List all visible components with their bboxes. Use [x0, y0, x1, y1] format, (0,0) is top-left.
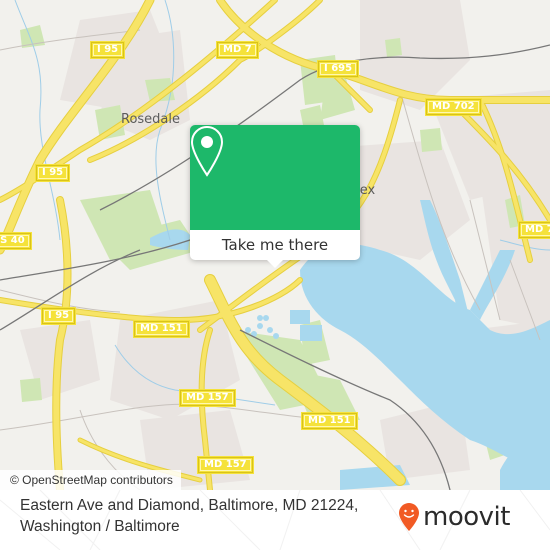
- road-shield-i95: I 95: [42, 308, 76, 324]
- moovit-pin-icon: [399, 503, 419, 531]
- footer: Eastern Ave and Diamond, Baltimore, MD 2…: [0, 490, 550, 550]
- address-text: Eastern Ave and Diamond, Baltimore, MD 2…: [20, 495, 358, 537]
- road-shield-md702: MD 702: [426, 99, 481, 115]
- road-shield-i95: I 95: [36, 165, 70, 181]
- road-shield-md157: MD 157: [180, 390, 235, 406]
- map-attribution[interactable]: © OpenStreetMap contributors: [0, 470, 181, 490]
- moovit-logo[interactable]: moovit: [398, 502, 510, 532]
- road-shield-md157: MD 157: [198, 457, 253, 473]
- road-shield-i695: I 695: [318, 61, 359, 77]
- address-line-2: Washington / Baltimore: [20, 518, 180, 535]
- popup-pointer: [267, 260, 283, 268]
- moovit-wordmark: moovit: [423, 502, 510, 532]
- take-me-there-button[interactable]: Take me there: [190, 230, 360, 260]
- address-line-1: Eastern Ave and Diamond, Baltimore, MD 2…: [20, 497, 359, 514]
- road-shield-i95: I 95: [91, 42, 125, 58]
- road-shield-md151: MD 151: [134, 321, 189, 337]
- map-view[interactable]: Rosedale Essex I 95 MD 7 I 695 MD 702 I …: [0, 0, 550, 490]
- road-shield-md7: MD 7: [217, 42, 258, 58]
- popup-header: [190, 125, 360, 230]
- location-popup: Take me there: [190, 125, 360, 268]
- road-shield-md7: MD 7: [519, 222, 550, 238]
- road-shield-us40: US 40: [0, 233, 31, 249]
- place-label-rosedale: Rosedale: [121, 112, 181, 127]
- road-shield-md151: MD 151: [302, 413, 357, 429]
- location-pin-icon: [190, 125, 224, 177]
